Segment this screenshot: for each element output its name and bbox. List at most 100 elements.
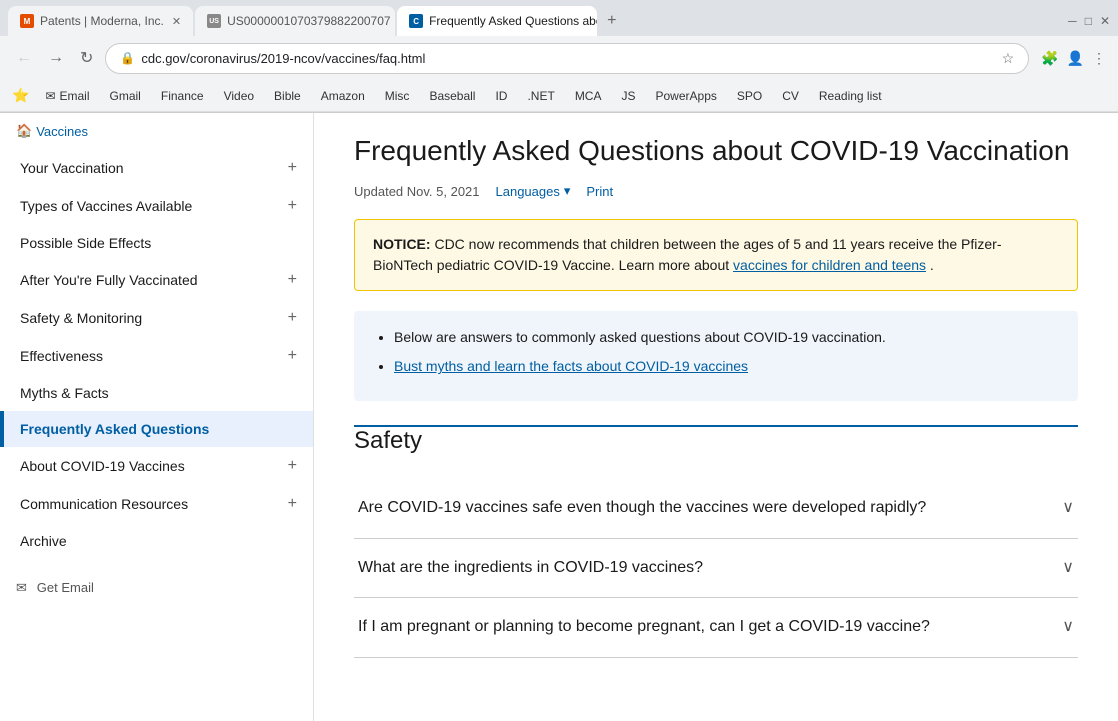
sidebar-item-types-of-vaccines[interactable]: Types of Vaccines Available + xyxy=(0,187,313,225)
sidebar-label-myths-facts: Myths & Facts xyxy=(20,385,109,401)
sidebar-label-safety-monitoring: Safety & Monitoring xyxy=(20,310,142,326)
info-bullet-2: Bust myths and learn the facts about COV… xyxy=(394,356,1058,377)
sidebar-label-about-covid-vaccines: About COVID-19 Vaccines xyxy=(20,458,185,474)
bookmark-video[interactable]: Video xyxy=(216,87,262,105)
bookmark-gmail[interactable]: Gmail xyxy=(102,87,149,105)
star-icon[interactable]: ☆ xyxy=(1002,50,1015,67)
browser-chrome: M Patents | Moderna, Inc. ✕ US US0000001… xyxy=(0,0,1118,113)
faq-question-1[interactable]: Are COVID-19 vaccines safe even though t… xyxy=(354,479,1078,537)
notice-label: NOTICE: xyxy=(373,236,431,252)
sidebar-expand-effectiveness[interactable]: + xyxy=(288,347,297,365)
breadcrumb-vaccines-link[interactable]: Vaccines xyxy=(36,124,88,139)
faq-question-2[interactable]: What are the ingredients in COVID-19 vac… xyxy=(354,539,1078,597)
bookmark-baseball[interactable]: Baseball xyxy=(421,87,483,105)
bookmark-amazon[interactable]: Amazon xyxy=(313,87,373,105)
forward-button[interactable]: → xyxy=(44,45,68,71)
faq-question-3[interactable]: If I am pregnant or planning to become p… xyxy=(354,598,1078,656)
bookmark-js[interactable]: JS xyxy=(613,87,643,105)
bookmark-powerapps[interactable]: PowerApps xyxy=(648,87,725,105)
sidebar-item-effectiveness[interactable]: Effectiveness + xyxy=(0,337,313,375)
address-bar: ← → ↻ 🔒 cdc.gov/coronavirus/2019-ncov/va… xyxy=(0,36,1118,80)
minimize-button[interactable]: ─ xyxy=(1068,14,1077,28)
bookmark-misc[interactable]: Misc xyxy=(377,87,418,105)
sidebar-item-after-fully-vaccinated[interactable]: After You're Fully Vaccinated + xyxy=(0,261,313,299)
get-email-container: ✉ Get Email xyxy=(0,567,313,608)
back-button[interactable]: ← xyxy=(12,45,36,71)
window-controls: ─ □ ✕ xyxy=(1068,14,1110,28)
home-icon: 🏠 xyxy=(16,123,32,139)
new-tab-button[interactable]: + xyxy=(599,12,624,30)
notice-link[interactable]: vaccines for children and teens xyxy=(733,257,926,273)
main-content: Frequently Asked Questions about COVID-1… xyxy=(314,113,1118,721)
profile-icon[interactable]: 👤 xyxy=(1067,50,1084,67)
lock-icon: 🔒 xyxy=(120,51,135,65)
sidebar-expand-types-of-vaccines[interactable]: + xyxy=(288,197,297,215)
sidebar-item-your-vaccination[interactable]: Your Vaccination + xyxy=(0,149,313,187)
page-title: Frequently Asked Questions about COVID-1… xyxy=(354,133,1078,169)
menu-icon[interactable]: ⋮ xyxy=(1092,50,1106,67)
tab-moderna[interactable]: M Patents | Moderna, Inc. ✕ xyxy=(8,6,193,36)
tab-label-patent: US0000001070379882200707 xyxy=(227,14,391,28)
bookmark-id[interactable]: ID xyxy=(487,87,515,105)
get-email-label[interactable]: Get Email xyxy=(37,580,94,595)
tab-patent[interactable]: US US0000001070379882200707 ✕ xyxy=(195,6,395,36)
sidebar-label-your-vaccination: Your Vaccination xyxy=(20,160,124,176)
sidebar: 🏠 Vaccines Your Vaccination + Types of V… xyxy=(0,113,314,721)
bookmark-reading-list[interactable]: Reading list xyxy=(811,87,890,105)
bookmark-bible[interactable]: Bible xyxy=(266,87,309,105)
bookmark-spo[interactable]: SPO xyxy=(729,87,770,105)
tab-label-moderna: Patents | Moderna, Inc. xyxy=(40,14,164,28)
tab-cdc[interactable]: C Frequently Asked Questions abo... ✕ xyxy=(397,6,597,36)
sidebar-item-myths-facts[interactable]: Myths & Facts xyxy=(0,375,313,411)
languages-label: Languages xyxy=(496,184,560,199)
sidebar-label-archive: Archive xyxy=(20,533,67,549)
faq-question-2-text: What are the ingredients in COVID-19 vac… xyxy=(358,557,703,579)
maximize-button[interactable]: □ xyxy=(1085,14,1092,28)
faq-chevron-1: ∨ xyxy=(1062,497,1074,519)
languages-button[interactable]: Languages ▾ xyxy=(496,183,571,199)
sidebar-expand-safety-monitoring[interactable]: + xyxy=(288,309,297,327)
faq-question-1-text: Are COVID-19 vaccines safe even though t… xyxy=(358,497,926,519)
myths-link[interactable]: Bust myths and learn the facts about COV… xyxy=(394,358,748,374)
languages-chevron-icon: ▾ xyxy=(564,183,571,199)
sidebar-item-possible-side-effects[interactable]: Possible Side Effects xyxy=(0,225,313,261)
meta-bar: Updated Nov. 5, 2021 Languages ▾ Print xyxy=(354,183,1078,199)
bookmark-cv[interactable]: CV xyxy=(774,87,807,105)
sidebar-label-types-of-vaccines: Types of Vaccines Available xyxy=(20,198,192,214)
bookmark-finance[interactable]: Finance xyxy=(153,87,212,105)
url-icons: ☆ xyxy=(1002,50,1015,67)
sidebar-item-faq[interactable]: Frequently Asked Questions xyxy=(0,411,313,447)
sidebar-item-archive[interactable]: Archive xyxy=(0,523,313,559)
notice-suffix: . xyxy=(930,257,934,273)
bookmark-email[interactable]: ✉ Email xyxy=(37,87,97,105)
faq-chevron-3: ∨ xyxy=(1062,616,1074,638)
url-bar[interactable]: 🔒 cdc.gov/coronavirus/2019-ncov/vaccines… xyxy=(105,43,1029,74)
sidebar-expand-after-vaccinated[interactable]: + xyxy=(288,271,297,289)
info-box: Below are answers to commonly asked ques… xyxy=(354,311,1078,401)
print-link[interactable]: Print xyxy=(586,184,613,199)
faq-item-1: Are COVID-19 vaccines safe even though t… xyxy=(354,479,1078,538)
url-text: cdc.gov/coronavirus/2019-ncov/vaccines/f… xyxy=(141,51,995,66)
sidebar-expand-your-vaccination[interactable]: + xyxy=(288,159,297,177)
close-button[interactable]: ✕ xyxy=(1100,14,1110,28)
sidebar-label-faq: Frequently Asked Questions xyxy=(20,421,209,437)
page-wrapper: 🏠 Vaccines Your Vaccination + Types of V… xyxy=(0,113,1118,721)
sidebar-label-possible-side-effects: Possible Side Effects xyxy=(20,235,151,251)
sidebar-expand-about-covid-vaccines[interactable]: + xyxy=(288,457,297,475)
bookmark-net[interactable]: .NET xyxy=(519,87,562,105)
tab-close-moderna[interactable]: ✕ xyxy=(172,15,181,28)
tab-favicon-moderna: M xyxy=(20,14,34,28)
reload-button[interactable]: ↻ xyxy=(76,44,97,72)
faq-question-3-text: If I am pregnant or planning to become p… xyxy=(358,616,930,638)
tab-favicon-cdc: C xyxy=(409,14,423,28)
bookmarks-bar: ⭐ ✉ Email Gmail Finance Video Bible Amaz… xyxy=(0,80,1118,112)
bookmark-mca[interactable]: MCA xyxy=(567,87,610,105)
tab-label-cdc: Frequently Asked Questions abo... xyxy=(429,14,597,28)
faq-chevron-2: ∨ xyxy=(1062,557,1074,579)
sidebar-expand-communication-resources[interactable]: + xyxy=(288,495,297,513)
extensions-icon[interactable]: 🧩 xyxy=(1041,50,1058,67)
sidebar-item-about-covid-vaccines[interactable]: About COVID-19 Vaccines + xyxy=(0,447,313,485)
sidebar-breadcrumb[interactable]: 🏠 Vaccines xyxy=(0,113,313,149)
sidebar-item-safety-monitoring[interactable]: Safety & Monitoring + xyxy=(0,299,313,337)
sidebar-item-communication-resources[interactable]: Communication Resources + xyxy=(0,485,313,523)
